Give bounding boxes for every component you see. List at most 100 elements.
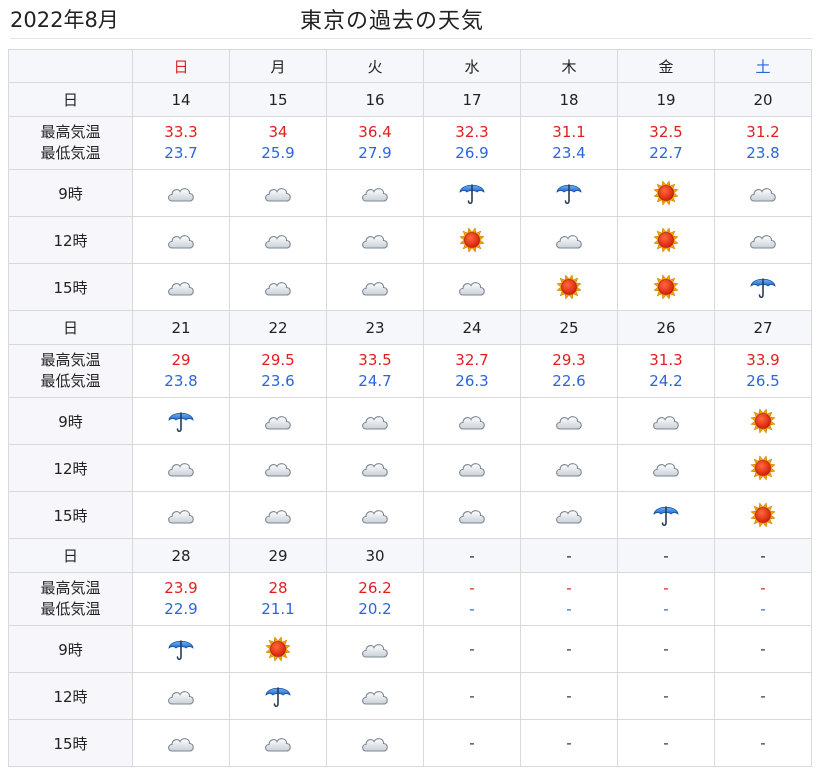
page-title: 東京の過去の天気 xyxy=(300,9,485,34)
low-temp-value: - xyxy=(663,600,669,618)
temperature-row: 最高気温 最低気温 29 23.8 29.5 23.6 33.5 24.7 32.7 26.3 29… xyxy=(8,344,812,398)
empty-value: - xyxy=(760,687,766,705)
sun-icon xyxy=(554,273,584,301)
date-cell: 28 xyxy=(132,538,230,573)
temperature-row: 最高気温 最低気温 23.9 22.9 28 21.1 26.2 20.2- - - - - - - - xyxy=(8,572,812,626)
empty-value: - xyxy=(566,640,572,658)
time-label-cell: 9時 xyxy=(8,397,133,445)
date-value: 24 xyxy=(462,318,482,337)
time-label-cell: 9時 xyxy=(8,625,133,673)
temperature-label-cell: 最高気温 最低気温 xyxy=(8,344,133,398)
weather-cell xyxy=(132,491,230,539)
weekday-label: 日 xyxy=(173,57,189,76)
weather-cell xyxy=(229,169,327,217)
high-temp-label: 最高気温 xyxy=(40,123,101,141)
weather-cell: - xyxy=(520,719,618,767)
time-label: 9時 xyxy=(58,412,83,431)
weekday-label: 火 xyxy=(367,57,383,76)
cloud-icon xyxy=(457,273,487,301)
umbrella-icon xyxy=(457,179,487,207)
weather-cell xyxy=(423,397,521,445)
temperature-cell: 34 25.9 xyxy=(229,116,327,170)
date-cell: - xyxy=(520,538,618,573)
weather-cell xyxy=(229,216,327,264)
date-cell: 21 xyxy=(132,310,230,345)
time-label: 15時 xyxy=(53,506,88,525)
sun-icon xyxy=(457,226,487,254)
weather-cell xyxy=(520,169,618,217)
weather-row: 12時 - - - - xyxy=(8,672,812,720)
cloud-icon xyxy=(263,407,293,435)
weather-cell xyxy=(132,625,230,673)
weather-cell xyxy=(132,719,230,767)
date-value: 20 xyxy=(753,90,773,109)
date-value: 14 xyxy=(171,90,191,109)
date-cell: - xyxy=(714,538,812,573)
weather-cell xyxy=(326,169,424,217)
weather-cell xyxy=(714,397,812,445)
empty-value: - xyxy=(469,687,475,705)
date-value: 22 xyxy=(268,318,288,337)
date-value: 26 xyxy=(656,318,676,337)
page-header: 2022年8月 東京の過去の天気 xyxy=(0,0,823,40)
empty-value: - xyxy=(663,687,669,705)
low-temp-value: 26.3 xyxy=(455,372,489,390)
time-label-cell: 12時 xyxy=(8,216,133,264)
high-temp-value: 29.3 xyxy=(552,351,586,369)
weekday-label: 木 xyxy=(561,57,577,76)
weather-cell xyxy=(617,397,715,445)
cloud-icon xyxy=(263,501,293,529)
cloud-icon xyxy=(263,273,293,301)
low-temp-label: 最低気温 xyxy=(40,144,101,162)
temperature-cell: -- xyxy=(423,572,521,626)
temperature-cell: 26.2 20.2 xyxy=(326,572,424,626)
weather-cell xyxy=(617,216,715,264)
low-temp-value: 21.1 xyxy=(261,600,295,618)
cloud-icon xyxy=(651,454,681,482)
cloud-icon xyxy=(748,179,778,207)
empty-value: - xyxy=(469,640,475,658)
weather-row: 12時 xyxy=(8,216,812,264)
day-label-cell: 日 xyxy=(8,82,133,117)
day-label: 日 xyxy=(62,319,78,337)
low-temp-value: 23.4 xyxy=(552,144,586,162)
weekday-label: 金 xyxy=(658,57,674,76)
weekday-header: 日 xyxy=(132,49,230,83)
high-temp-label: 最高気温 xyxy=(40,351,101,369)
cloud-icon xyxy=(166,179,196,207)
month-label: 2022年8月 xyxy=(10,8,119,32)
weather-cell xyxy=(326,397,424,445)
date-value: 29 xyxy=(268,546,288,565)
cloud-icon xyxy=(360,407,390,435)
weather-cell: - xyxy=(714,672,812,720)
weather-cell xyxy=(520,263,618,311)
low-temp-value: 24.7 xyxy=(358,372,392,390)
cloud-icon xyxy=(166,226,196,254)
weather-cell xyxy=(229,672,327,720)
weather-cell xyxy=(714,491,812,539)
low-temp-value: 22.7 xyxy=(649,144,683,162)
weekday-header: 土 xyxy=(714,49,812,83)
high-temp-value: 26.2 xyxy=(358,579,392,597)
empty-value: - xyxy=(566,734,572,752)
weather-cell xyxy=(714,444,812,492)
date-cell: 30 xyxy=(326,538,424,573)
time-label: 12時 xyxy=(53,459,88,478)
weather-cell: - xyxy=(520,625,618,673)
temperature-cell: 29.5 23.6 xyxy=(229,344,327,398)
cloud-icon xyxy=(554,407,584,435)
date-cell: 23 xyxy=(326,310,424,345)
weekday-header: 火 xyxy=(326,49,424,83)
weather-row: 9時 xyxy=(8,397,812,445)
weather-row: 15時 - - - - xyxy=(8,719,812,767)
date-value: 17 xyxy=(462,90,482,109)
day-label-cell: 日 xyxy=(8,310,133,345)
time-label: 15時 xyxy=(53,278,88,297)
day-label: 日 xyxy=(62,547,78,565)
sun-icon xyxy=(263,635,293,663)
high-temp-value: 31.1 xyxy=(552,123,586,141)
time-label-cell: 9時 xyxy=(8,169,133,217)
day-label: 日 xyxy=(62,91,78,109)
cloud-icon xyxy=(360,179,390,207)
high-temp-value: 23.9 xyxy=(164,579,198,597)
